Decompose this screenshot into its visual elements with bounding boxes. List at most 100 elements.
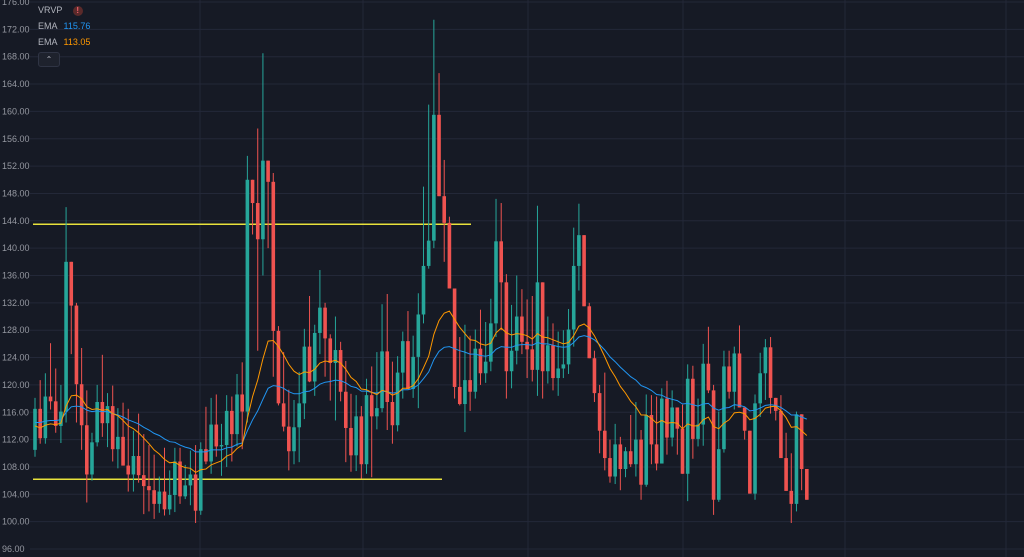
candle xyxy=(701,343,706,446)
candle xyxy=(494,198,498,338)
candle-body xyxy=(654,444,659,464)
candle-body xyxy=(530,349,535,370)
candle-body xyxy=(276,330,281,404)
candle-body xyxy=(561,364,566,369)
candle xyxy=(59,384,63,444)
candle-body xyxy=(100,401,105,424)
candle-body xyxy=(209,424,213,462)
candle-body xyxy=(639,439,643,485)
legend-row-ema-2[interactable]: EMA 113.05 xyxy=(38,34,90,50)
candle xyxy=(732,346,737,410)
candle xyxy=(623,447,628,478)
candle xyxy=(426,104,431,269)
candlestick-chart[interactable]: 96.00 100.00 104.00 108.00 112.00 116.00 120.0… xyxy=(0,0,1024,557)
candle xyxy=(478,309,483,385)
candle xyxy=(463,324,467,433)
candle-body xyxy=(628,451,633,465)
ema-line-1 xyxy=(35,335,807,453)
candle-body xyxy=(281,403,286,427)
candle xyxy=(53,368,58,433)
candle xyxy=(551,323,555,391)
candle xyxy=(261,53,265,276)
candle xyxy=(173,447,177,513)
candle-body xyxy=(255,203,260,240)
candle-body xyxy=(261,160,265,240)
candle xyxy=(178,447,182,504)
candle-body xyxy=(318,307,322,333)
candle xyxy=(183,464,188,500)
ema-value: 115.76 xyxy=(63,21,91,31)
candle-body xyxy=(432,114,436,241)
candle-body xyxy=(768,347,773,398)
candle xyxy=(608,439,612,483)
candle-body xyxy=(364,395,369,465)
candle xyxy=(675,407,680,455)
candle xyxy=(432,19,436,249)
candle-body xyxy=(141,475,146,487)
candle-body xyxy=(375,408,379,417)
candle-body xyxy=(644,414,649,485)
candle-body xyxy=(758,373,762,404)
candle-body xyxy=(691,378,695,439)
candle xyxy=(390,361,395,444)
candle-body xyxy=(675,407,680,429)
candle-body xyxy=(416,314,421,357)
candle xyxy=(100,354,105,437)
legend-row-vrvp[interactable]: VRVP ! xyxy=(38,2,90,18)
candle xyxy=(369,366,374,478)
candle xyxy=(406,311,410,390)
candle-body xyxy=(473,348,478,392)
candle-body xyxy=(447,222,452,289)
candle xyxy=(639,430,643,500)
candle xyxy=(318,270,322,355)
y-tick-label: 168.00 xyxy=(2,52,30,62)
candle xyxy=(737,325,742,408)
candle xyxy=(644,394,649,487)
candle-body xyxy=(742,407,747,431)
candle-body xyxy=(716,449,721,500)
candle-body xyxy=(307,346,312,382)
candle-body xyxy=(556,368,560,379)
candle xyxy=(592,350,597,402)
candle-body xyxy=(608,458,612,477)
candle-body xyxy=(665,398,669,438)
candle xyxy=(214,394,219,457)
candle xyxy=(613,423,617,485)
candle xyxy=(33,397,37,457)
candle-body xyxy=(131,456,136,475)
candle xyxy=(457,337,462,406)
collapse-legend-button[interactable]: ⌃ xyxy=(38,52,60,67)
candle-body xyxy=(48,396,53,402)
candle xyxy=(789,453,794,524)
candle xyxy=(69,261,74,355)
candle xyxy=(504,274,509,399)
candle-body xyxy=(587,306,592,359)
candle-body xyxy=(779,410,783,459)
candle-body xyxy=(385,351,390,402)
candle-body xyxy=(426,240,431,266)
candle xyxy=(447,216,452,289)
candle-body xyxy=(38,408,42,439)
candle xyxy=(354,395,358,472)
candle-body xyxy=(245,179,250,412)
y-tick-label: 108.00 xyxy=(2,462,30,472)
candle-body xyxy=(354,416,358,456)
candle xyxy=(271,172,276,377)
y-tick-label: 100.00 xyxy=(2,517,30,527)
candlestick-series xyxy=(33,19,809,524)
candle-body xyxy=(359,416,364,465)
candle-body xyxy=(395,372,400,426)
candle xyxy=(95,384,99,447)
legend-row-ema-1[interactable]: EMA 115.76 xyxy=(38,18,90,34)
candle-body xyxy=(805,469,809,500)
candle-body xyxy=(297,403,301,428)
candle-body xyxy=(193,474,198,511)
y-tick-label: 176.00 xyxy=(2,0,30,7)
candle-body xyxy=(105,406,110,424)
warning-icon[interactable]: ! xyxy=(72,5,83,16)
y-tick-label: 128.00 xyxy=(2,325,30,335)
candle xyxy=(193,445,198,524)
candle xyxy=(722,350,726,453)
candle xyxy=(711,384,716,515)
price-axis[interactable]: 96.00 100.00 104.00 108.00 112.00 116.00 120.0… xyxy=(2,0,30,554)
